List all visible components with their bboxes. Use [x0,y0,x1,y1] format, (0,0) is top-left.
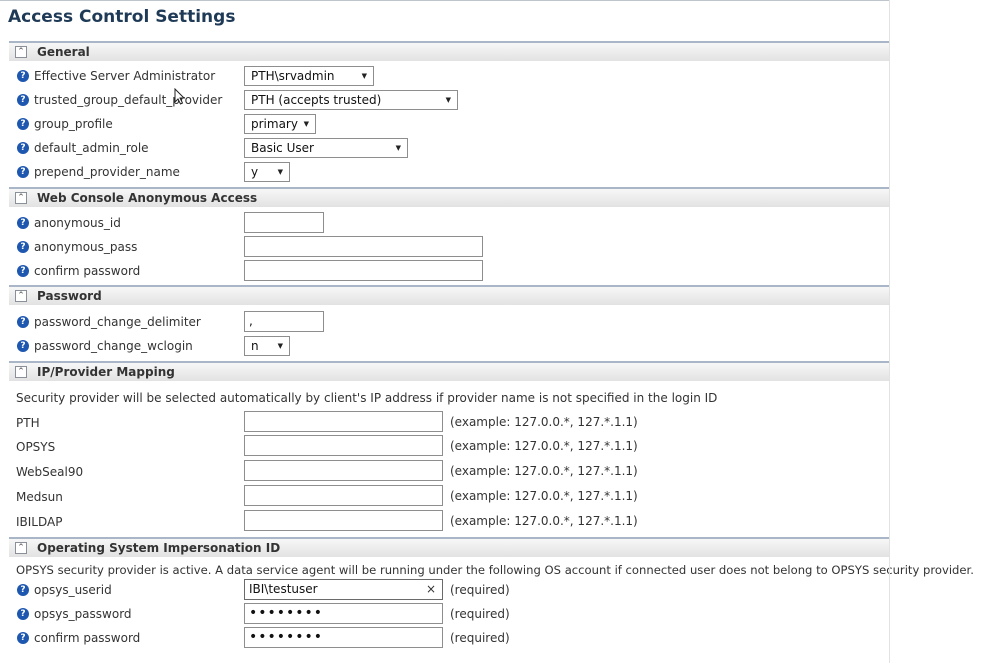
label-confirm-password: confirm password [34,264,141,278]
label-anonymous-pass: anonymous_pass [34,240,138,254]
clear-icon[interactable]: × [426,580,436,599]
label-opsys-password: opsys_password [34,607,132,621]
help-icon[interactable]: ? [17,608,29,620]
label-medsun: Medsun [16,490,63,504]
label-default-admin-role: default_admin_role [34,141,149,155]
collapse-icon[interactable]: ⌃ [15,542,27,554]
input-value: IBI\testuser [249,582,318,596]
anonymous-id-input[interactable] [244,212,324,233]
chevron-down-icon: ▼ [277,168,283,176]
impersonation-description: OPSYS security provider is active. A dat… [16,563,974,577]
select-value: PTH (accepts trusted) [251,93,382,107]
label-anonymous-id: anonymous_id [34,216,121,230]
effective-server-administrator-select[interactable]: PTH\srvadmin ▼ [244,66,374,86]
group-profile-select[interactable]: primary ▼ [244,114,316,134]
help-icon[interactable]: ? [17,166,29,178]
help-icon[interactable]: ? [17,118,29,130]
section-title-password: Password [37,289,102,303]
help-icon[interactable]: ? [17,265,29,277]
label-prepend-provider-name: prepend_provider_name [34,165,180,179]
example-note: (example: 127.0.0.*, 127.*.1.1) [450,514,638,528]
select-value: primary [251,117,298,131]
confirm-password-input[interactable]: •••••••• [244,627,443,648]
collapse-icon[interactable]: ⌃ [15,290,27,302]
help-icon[interactable]: ? [17,217,29,229]
password-change-delimiter-input[interactable]: , [244,311,324,332]
opsys-password-input[interactable]: •••••••• [244,603,443,624]
section-title-web-console: Web Console Anonymous Access [37,191,258,205]
password-change-wclogin-select[interactable]: n ▼ [244,336,290,356]
ip-mapping-description: Security provider will be selected autom… [16,391,718,405]
required-note: (required) [450,631,510,645]
section-title-ip-mapping: IP/Provider Mapping [37,365,175,379]
help-icon[interactable]: ? [17,142,29,154]
top-divider [0,0,889,1]
help-icon[interactable]: ? [17,241,29,253]
label-pth: PTH [16,416,40,430]
section-title-impersonation: Operating System Impersonation ID [37,541,281,555]
label-group-profile: group_profile [34,117,113,131]
collapse-icon[interactable]: ⌃ [15,46,27,58]
pth-ip-input[interactable] [244,411,443,432]
select-value: y [251,165,259,179]
confirm-password-input[interactable] [244,260,483,281]
access-control-page: Access Control Settings ⌃ General ? Effe… [0,0,974,663]
example-note: (example: 127.0.0.*, 127.*.1.1) [450,489,638,503]
opsys-ip-input[interactable] [244,435,443,456]
default-admin-role-select[interactable]: Basic User ▼ [244,138,408,158]
required-note: (required) [450,583,510,597]
select-value: n [251,339,259,353]
label-opsys-userid: opsys_userid [34,583,112,597]
opsys-userid-input[interactable]: IBI\testuser × [244,579,443,600]
label-opsys: OPSYS [16,440,56,454]
help-icon[interactable]: ? [17,632,29,644]
help-icon[interactable]: ? [17,340,29,352]
chevron-down-icon: ▼ [395,144,401,152]
trusted-group-default-provider-select[interactable]: PTH (accepts trusted) ▼ [244,90,458,110]
chevron-down-icon: ▼ [277,342,283,350]
label-confirm-password: confirm password [34,631,141,645]
example-note: (example: 127.0.0.*, 127.*.1.1) [450,439,638,453]
example-note: (example: 127.0.0.*, 127.*.1.1) [450,464,638,478]
help-icon[interactable]: ? [17,316,29,328]
help-icon[interactable]: ? [17,94,29,106]
medsun-ip-input[interactable] [244,485,443,506]
label-password-change-wclogin: password_change_wclogin [34,339,193,353]
required-note: (required) [450,607,510,621]
section-header-web-console[interactable]: ⌃ Web Console Anonymous Access [9,187,889,207]
section-header-password[interactable]: ⌃ Password [9,285,889,305]
collapse-icon[interactable]: ⌃ [15,192,27,204]
collapse-icon[interactable]: ⌃ [15,366,27,378]
section-header-impersonation[interactable]: ⌃ Operating System Impersonation ID [9,537,889,557]
webseal90-ip-input[interactable] [244,460,443,481]
label-webseal90: WebSeal90 [16,465,84,479]
example-note: (example: 127.0.0.*, 127.*.1.1) [450,415,638,429]
label-trusted-group-default-provider: trusted_group_default_provider [34,93,223,107]
select-value: Basic User [251,141,314,155]
help-icon[interactable]: ? [17,584,29,596]
label-ibildap: IBILDAP [16,515,63,529]
section-header-ip-mapping[interactable]: ⌃ IP/Provider Mapping [9,361,889,381]
chevron-down-icon: ▼ [361,72,367,80]
label-effective-server-administrator: Effective Server Administrator [34,69,216,83]
chevron-down-icon: ▼ [303,120,309,128]
right-divider [889,0,890,663]
anonymous-pass-input[interactable] [244,236,483,257]
select-value: PTH\srvadmin [251,69,335,83]
chevron-down-icon: ▼ [445,96,451,104]
page-title: Access Control Settings [8,7,236,27]
help-icon[interactable]: ? [17,70,29,82]
ibildap-ip-input[interactable] [244,510,443,531]
label-password-change-delimiter: password_change_delimiter [34,315,201,329]
section-header-general[interactable]: ⌃ General [9,41,889,61]
prepend-provider-name-select[interactable]: y ▼ [244,162,290,182]
section-title-general: General [37,45,90,59]
mouse-cursor-icon [174,88,186,105]
